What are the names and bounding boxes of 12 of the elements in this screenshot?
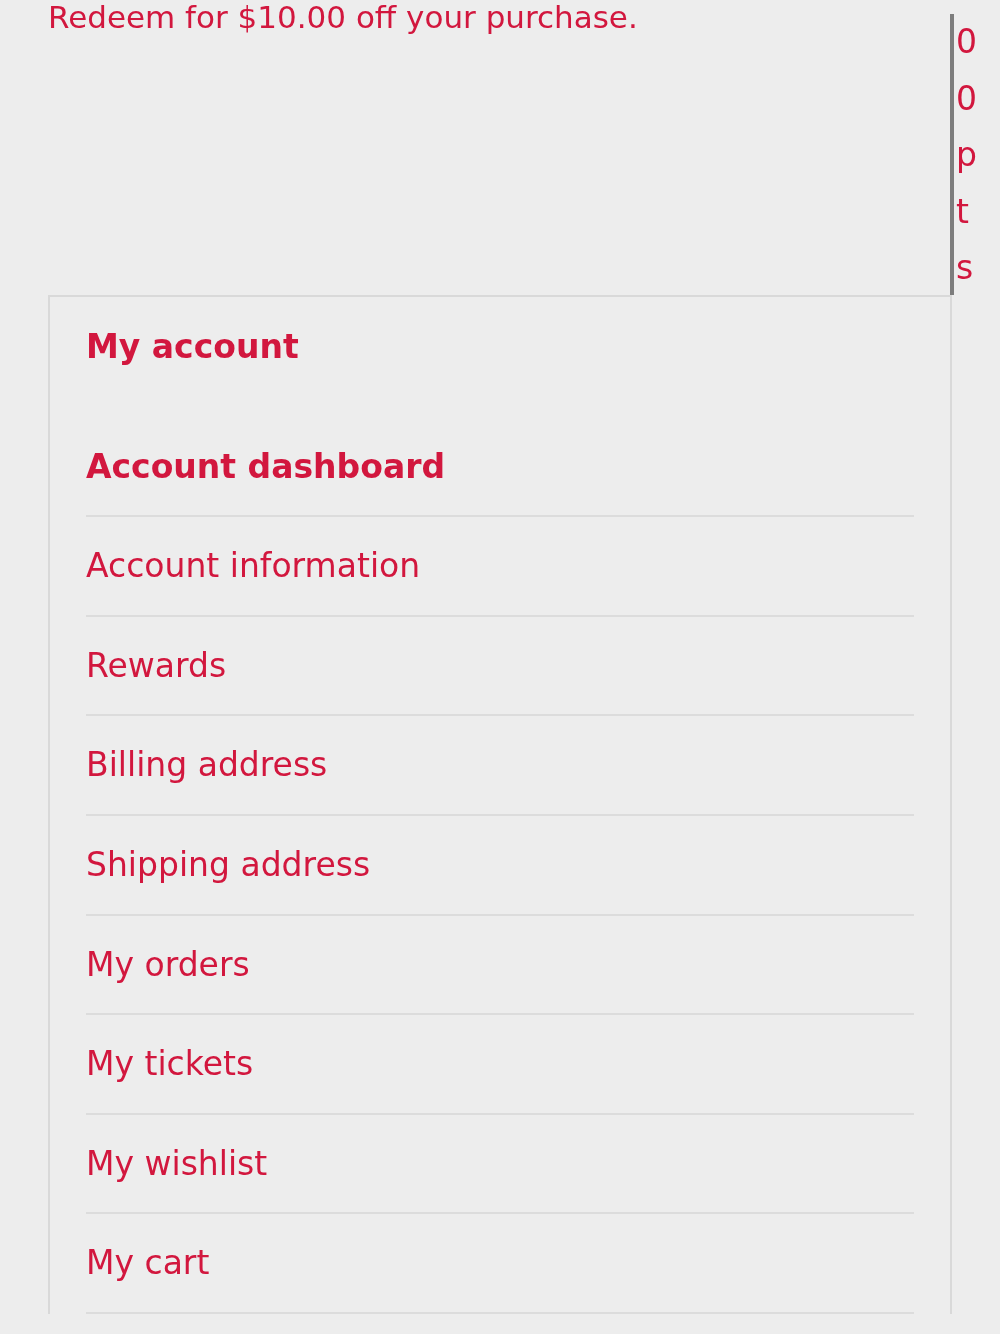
- points-text: 00pts: [950, 14, 980, 295]
- menu-link[interactable]: Account information: [86, 546, 914, 617]
- menu-link[interactable]: Billing address: [86, 745, 914, 816]
- menu-link[interactable]: Shipping address: [86, 844, 914, 916]
- menu-link[interactable]: My orders: [86, 944, 914, 1016]
- menu-link[interactable]: Rewards: [86, 645, 914, 717]
- menu-title: My account: [86, 327, 300, 367]
- menu-link[interactable]: My tickets: [86, 1044, 914, 1115]
- offer-text: Redeem for $10.00 off your purchase.: [47, 0, 638, 37]
- menu-link[interactable]: My cart: [86, 1243, 914, 1314]
- menu-link[interactable]: Account dashboard: [86, 446, 914, 518]
- menu-link[interactable]: My wishlist: [86, 1143, 914, 1215]
